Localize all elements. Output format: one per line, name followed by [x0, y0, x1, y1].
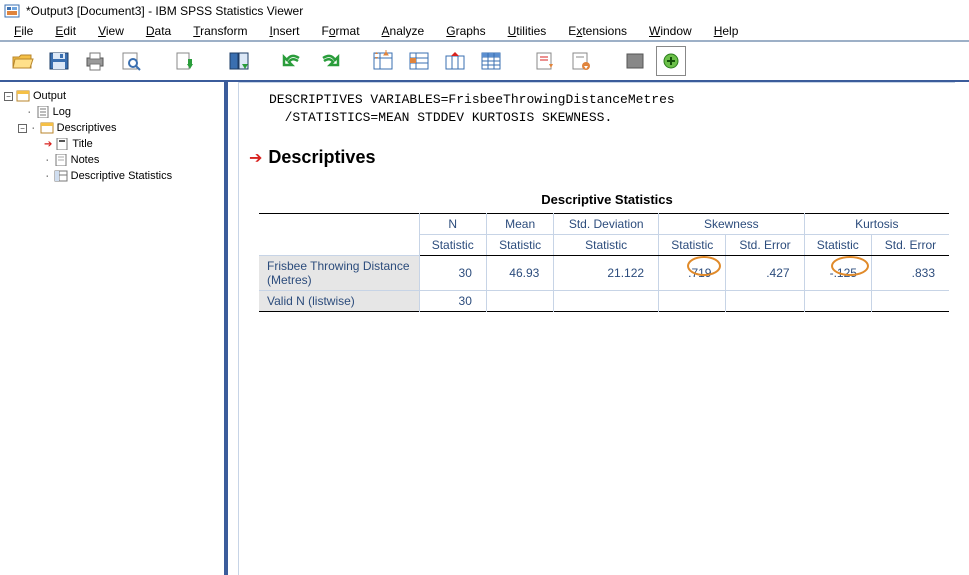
- outline-log[interactable]: · Log: [4, 104, 220, 120]
- open-icon[interactable]: [8, 46, 38, 76]
- menu-analyze[interactable]: Analyze: [372, 22, 435, 40]
- outline-descriptives[interactable]: − · Descriptives: [4, 120, 220, 136]
- notes-icon: [54, 154, 68, 166]
- variables-icon[interactable]: [440, 46, 470, 76]
- cell: [554, 291, 659, 312]
- outline-root[interactable]: − Output: [4, 88, 220, 104]
- cell: 30: [419, 291, 486, 312]
- cell: [804, 291, 871, 312]
- menu-graphs[interactable]: Graphs: [436, 22, 495, 40]
- syntax-block: DESCRIPTIVES VARIABLES=FrisbeeThrowingDi…: [269, 91, 955, 127]
- sub-stat: Statistic: [659, 235, 726, 256]
- title-icon: [55, 138, 69, 150]
- cell-skew-stat: .719: [659, 256, 726, 291]
- section-title: Descriptives: [268, 147, 375, 168]
- menu-format[interactable]: Format: [312, 22, 370, 40]
- goto-data-icon[interactable]: [368, 46, 398, 76]
- cell: [486, 291, 553, 312]
- title-bar: *Output3 [Document3] - IBM SPSS Statisti…: [0, 0, 969, 22]
- outline-label: Log: [53, 106, 71, 118]
- menu-help[interactable]: Help: [704, 22, 749, 40]
- cell: 30: [419, 256, 486, 291]
- folder-icon: [40, 122, 54, 134]
- col-mean: Mean: [486, 214, 553, 235]
- cell: [726, 291, 804, 312]
- cell: [871, 291, 949, 312]
- sub-stat: Statistic: [486, 235, 553, 256]
- tree-connector: ·: [44, 170, 51, 183]
- insert-text-icon[interactable]: [530, 46, 560, 76]
- sub-se: Std. Error: [726, 235, 804, 256]
- log-icon: [36, 106, 50, 118]
- table-container: Descriptive Statistics N Mean Std. Devia…: [259, 192, 955, 312]
- tree-connector: ·: [44, 154, 51, 167]
- cell: [659, 291, 726, 312]
- menu-transform[interactable]: Transform: [183, 22, 257, 40]
- content-pane[interactable]: DESCRIPTIVES VARIABLES=FrisbeeThrowingDi…: [228, 82, 969, 575]
- col-kurtosis: Kurtosis: [804, 214, 949, 235]
- outline-pane[interactable]: − Output · Log − · Descriptives ➔ Title …: [0, 82, 228, 575]
- workspace: − Output · Log − · Descriptives ➔ Title …: [0, 82, 969, 575]
- dialog-recall-icon[interactable]: [224, 46, 254, 76]
- col-stddev: Std. Deviation: [554, 214, 659, 235]
- row-label: Frisbee Throwing Distance (Metres): [259, 256, 419, 291]
- designate-window-icon[interactable]: [656, 46, 686, 76]
- preview-icon[interactable]: [116, 46, 146, 76]
- sub-se: Std. Error: [871, 235, 949, 256]
- menu-view[interactable]: View: [88, 22, 134, 40]
- row-label: Valid N (listwise): [259, 291, 419, 312]
- menu-insert[interactable]: Insert: [259, 22, 309, 40]
- goto-case-icon[interactable]: [404, 46, 434, 76]
- menu-file[interactable]: File: [4, 22, 43, 40]
- cell: 21.122: [554, 256, 659, 291]
- col-skewness: Skewness: [659, 214, 804, 235]
- insert-title-icon[interactable]: [566, 46, 596, 76]
- outline-notes[interactable]: · Notes: [4, 152, 220, 168]
- menu-window[interactable]: Window: [639, 22, 702, 40]
- app-icon: [4, 3, 20, 19]
- section-arrow-icon: ➔: [249, 148, 262, 168]
- active-arrow-icon: ➔: [44, 139, 52, 150]
- tree-connector: ·: [26, 106, 33, 119]
- toolbar: [0, 42, 969, 82]
- menu-extensions[interactable]: Extensions: [558, 22, 637, 40]
- cell: 46.93: [486, 256, 553, 291]
- col-n: N: [419, 214, 486, 235]
- output-icon: [16, 90, 30, 102]
- gray-box-icon[interactable]: [620, 46, 650, 76]
- save-icon[interactable]: [44, 46, 74, 76]
- table-row[interactable]: Valid N (listwise) 30: [259, 291, 949, 312]
- outline-label: Notes: [71, 154, 100, 166]
- section-header: ➔ Descriptives: [249, 147, 955, 168]
- outline-desc-stats[interactable]: · Descriptive Statistics: [4, 168, 220, 184]
- sub-stat: Statistic: [419, 235, 486, 256]
- redo-icon[interactable]: [314, 46, 344, 76]
- descriptive-statistics-table[interactable]: N Mean Std. Deviation Skewness Kurtosis …: [259, 213, 949, 312]
- outline-title[interactable]: ➔ Title: [4, 136, 220, 152]
- outline-label: Descriptive Statistics: [71, 170, 172, 182]
- print-icon[interactable]: [80, 46, 110, 76]
- undo-icon[interactable]: [278, 46, 308, 76]
- sub-stat: Statistic: [804, 235, 871, 256]
- cell: .427: [726, 256, 804, 291]
- outline-label: Title: [72, 138, 92, 150]
- table-title: Descriptive Statistics: [259, 192, 955, 207]
- window-title: *Output3 [Document3] - IBM SPSS Statisti…: [26, 4, 303, 18]
- menu-bar: File Edit View Data Transform Insert For…: [0, 22, 969, 42]
- select-cases-icon[interactable]: [476, 46, 506, 76]
- table-row[interactable]: Frisbee Throwing Distance (Metres) 30 46…: [259, 256, 949, 291]
- table-icon: [54, 170, 68, 182]
- outline-label: Output: [33, 90, 66, 102]
- menu-utilities[interactable]: Utilities: [498, 22, 557, 40]
- export-icon[interactable]: [170, 46, 200, 76]
- outline-label: Descriptives: [57, 122, 117, 134]
- collapse-icon[interactable]: −: [18, 124, 27, 133]
- menu-data[interactable]: Data: [136, 22, 181, 40]
- cell: .833: [871, 256, 949, 291]
- menu-edit[interactable]: Edit: [45, 22, 86, 40]
- sub-stat: Statistic: [554, 235, 659, 256]
- cell-kurt-stat: -.125: [804, 256, 871, 291]
- collapse-icon[interactable]: −: [4, 92, 13, 101]
